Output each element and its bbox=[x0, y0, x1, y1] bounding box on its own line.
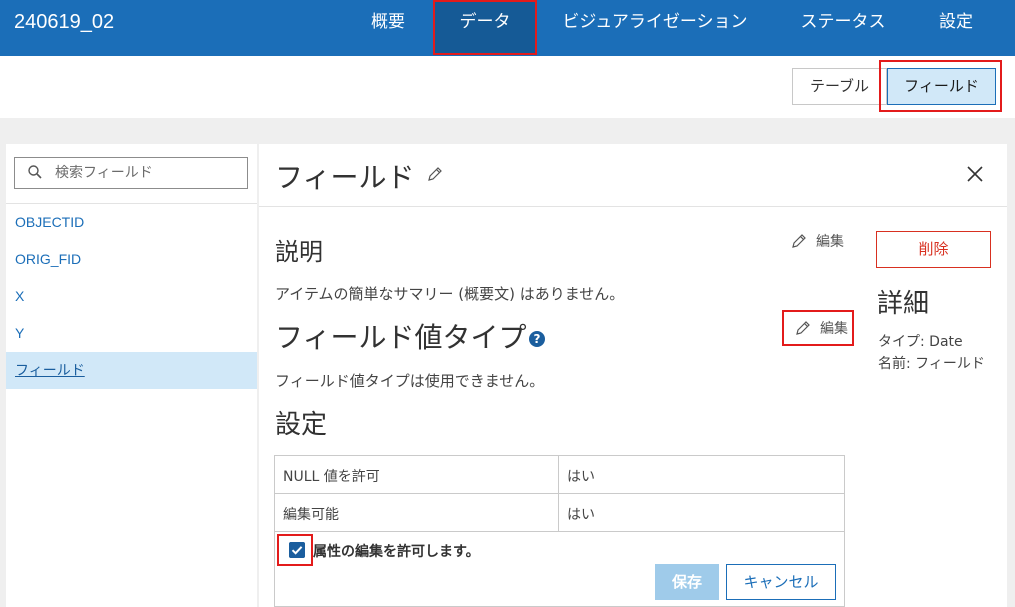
value-type-text: フィールド値タイプは使用できません。 bbox=[275, 372, 545, 390]
setting-key: NULL 値を許可 bbox=[283, 469, 380, 485]
sub-header: テーブル フィールド bbox=[0, 56, 1015, 118]
close-icon[interactable] bbox=[965, 164, 985, 184]
panel-title: フィールド bbox=[275, 161, 415, 194]
detail-type: タイプ: Date bbox=[878, 334, 963, 350]
table-row: 編集可能 はい bbox=[275, 494, 844, 532]
edit-description-label: 編集 bbox=[816, 234, 844, 250]
value-type-heading: フィールド値タイプ bbox=[275, 321, 527, 354]
field-item-selected[interactable]: フィールド bbox=[6, 352, 257, 389]
field-search-input[interactable] bbox=[55, 162, 240, 184]
app-title: 240619_02 bbox=[14, 11, 115, 33]
description-heading: 説明 bbox=[275, 238, 323, 266]
table-row: NULL 値を許可 はい bbox=[275, 456, 844, 494]
search-icon bbox=[28, 165, 42, 179]
detail-name: 名前: フィールド bbox=[878, 356, 985, 372]
field-search-box[interactable] bbox=[14, 157, 248, 189]
cancel-button[interactable]: キャンセル bbox=[726, 564, 836, 600]
nav-tab-data[interactable]: データ bbox=[433, 0, 537, 55]
settings-heading: 設定 bbox=[275, 410, 328, 440]
nav-tab-settings[interactable]: 設定 bbox=[925, 0, 987, 56]
field-item-y[interactable]: Y bbox=[6, 315, 257, 352]
save-button[interactable]: 保存 bbox=[655, 564, 719, 600]
edit-value-type-label: 編集 bbox=[820, 321, 848, 337]
divider bbox=[259, 206, 1007, 207]
field-item-orig-fid[interactable]: ORIG_FID bbox=[6, 241, 257, 278]
description-text: アイテムの簡単なサマリー (概要文) はありません。 bbox=[275, 285, 625, 303]
nav-tab-overview[interactable]: 概要 bbox=[350, 0, 426, 56]
allow-edit-checkbox[interactable] bbox=[289, 542, 305, 558]
setting-key: 編集可能 bbox=[283, 507, 339, 523]
help-icon[interactable]: ? bbox=[529, 331, 545, 347]
nav-tab-status[interactable]: ステータス bbox=[788, 0, 898, 56]
field-view-button[interactable]: フィールド bbox=[887, 68, 996, 105]
field-item-objectid[interactable]: OBJECTID bbox=[6, 204, 257, 241]
fields-list-panel: OBJECTID ORIG_FID X Y フィールド bbox=[6, 144, 257, 607]
setting-value: はい bbox=[567, 469, 595, 485]
pencil-icon bbox=[796, 321, 810, 335]
table-view-button[interactable]: テーブル bbox=[792, 68, 887, 105]
field-item-x[interactable]: X bbox=[6, 278, 257, 315]
pencil-icon bbox=[792, 234, 806, 248]
allow-edit-checkbox-label[interactable]: 属性の編集を許可します。 bbox=[313, 541, 480, 561]
settings-table: NULL 値を許可 はい 編集可能 はい 属性の編集を許可します。 保存 キャン… bbox=[274, 455, 845, 607]
top-header: 240619_02 概要 データ ビジュアライゼーション ステータス 設定 bbox=[0, 0, 1015, 56]
field-detail-panel: フィールド 説明 編集 アイテムの簡単なサマリー (概要文) はありません。 フ… bbox=[259, 144, 1007, 607]
details-heading: 詳細 bbox=[877, 289, 930, 319]
delete-button[interactable]: 削除 bbox=[876, 231, 991, 268]
edit-value-type-button[interactable]: 編集 bbox=[795, 317, 851, 337]
divider bbox=[558, 456, 559, 494]
divider bbox=[558, 494, 559, 532]
nav-tab-visualization[interactable]: ビジュアライゼーション bbox=[555, 0, 755, 56]
pencil-icon[interactable] bbox=[427, 166, 443, 182]
field-list: OBJECTID ORIG_FID X Y フィールド bbox=[6, 204, 257, 389]
setting-value: はい bbox=[567, 507, 595, 523]
